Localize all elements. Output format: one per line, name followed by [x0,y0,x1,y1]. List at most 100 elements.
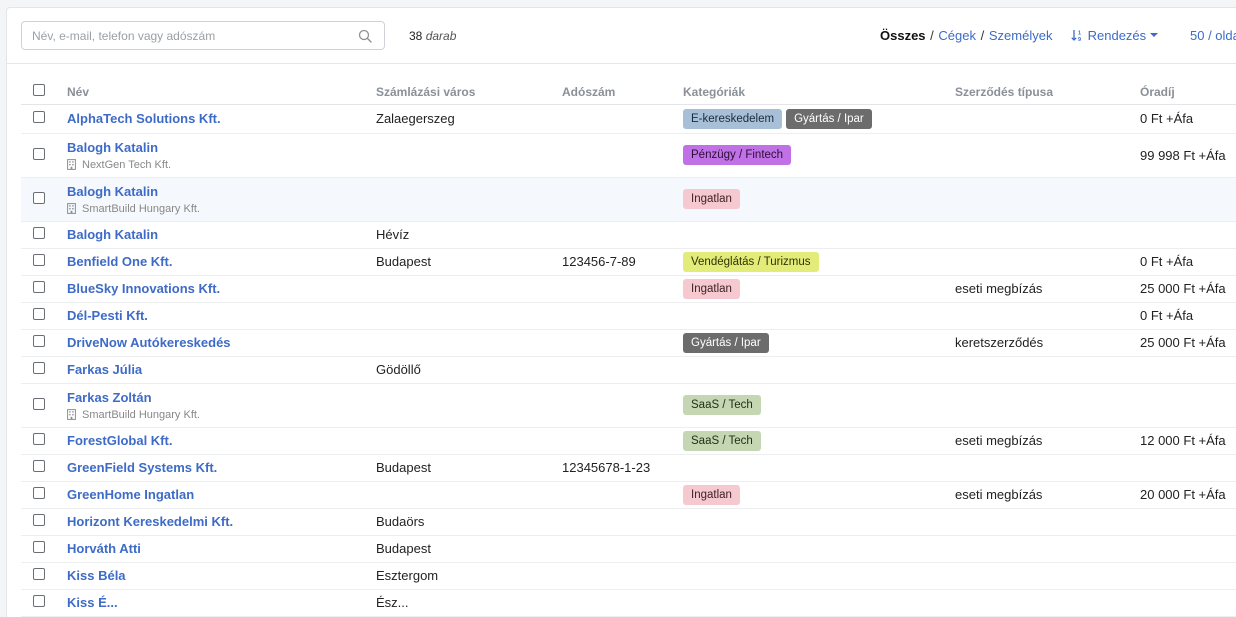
search-box[interactable] [21,21,385,50]
contact-name-link[interactable]: Benfield One Kft. [67,254,376,269]
search-icon[interactable] [358,29,372,43]
cell-name: Farkas Zoltán SmartBuild Hungary Kft. [67,383,376,428]
select-all-checkbox[interactable] [33,84,45,97]
cell-rate: 25 000 Ft +Áfa [1140,329,1236,357]
cell-rate [1140,535,1236,563]
filter-separator: / [930,28,934,43]
row-checkbox[interactable] [33,362,45,374]
row-checkbox[interactable] [33,433,45,445]
table-row[interactable]: Horváth Atti Budapest [21,535,1236,563]
category-tag[interactable]: Ingatlan [683,278,740,299]
category-tag[interactable]: Gyártás / Ipar [786,108,872,129]
contact-name-link[interactable]: Horváth Atti [67,541,376,556]
category-tag[interactable]: E-kereskedelem [683,108,783,129]
table-row[interactable]: Balogh Katalin Hévíz [21,221,1236,249]
table-row[interactable]: Kiss Béla Esztergom [21,562,1236,590]
contact-name-link[interactable]: Balogh Katalin [67,140,376,155]
search-input[interactable] [22,22,342,49]
table-row[interactable]: Balogh Katalin NextGen Tech Kft. Pénzügy /… [21,133,1236,178]
row-checkbox[interactable] [33,281,45,293]
category-tag[interactable]: Pénzügy / Fintech [683,145,792,165]
filter-companies[interactable]: Cégek [938,28,976,43]
table-row[interactable]: GreenField Systems Kft. Budapest 12345678-… [21,454,1236,482]
contact-name-link[interactable]: Kiss Béla [67,568,376,583]
contact-name-link[interactable]: Farkas Zoltán [67,390,376,405]
cell-contract [955,454,1140,482]
category-tag[interactable]: Ingatlan [683,484,740,505]
contact-name-link[interactable]: BlueSky Innovations Kft. [67,281,376,296]
cell-name: ForestGlobal Kft. [67,427,376,455]
cell-name: Horizont Kereskedelmi Kft. [67,508,376,536]
category-tag[interactable]: Gyártás / Ipar [683,332,769,353]
category-tag[interactable]: Ingatlan [683,189,740,209]
row-select-cell [21,535,67,563]
sort-dropdown[interactable]: 1 9 Rendezés [1071,28,1159,43]
row-checkbox[interactable] [33,595,45,607]
contact-name-link[interactable]: AlphaTech Solutions Kft. [67,111,376,126]
row-checkbox[interactable] [33,227,45,239]
column-header-name[interactable]: Név [67,77,376,105]
contact-name-link[interactable]: DriveNow Autókereskedés [67,335,376,350]
row-checkbox[interactable] [33,335,45,347]
cell-rate: 0 Ft +Áfa [1140,248,1236,276]
table-row[interactable]: Horizont Kereskedelmi Kft. Budaörs [21,508,1236,536]
category-tag[interactable]: SaaS / Tech [683,395,761,415]
row-checkbox[interactable] [33,541,45,553]
contact-name-link[interactable]: Horizont Kereskedelmi Kft. [67,514,376,529]
row-checkbox[interactable] [33,568,45,580]
row-checkbox[interactable] [33,147,45,160]
filter-persons[interactable]: Személyek [989,28,1053,43]
column-header-tax[interactable]: Adószám [562,77,683,105]
cell-tax [562,562,683,590]
filter-all[interactable]: Összes [880,28,926,43]
category-tag[interactable]: SaaS / Tech [683,430,761,451]
row-checkbox[interactable] [33,487,45,499]
contact-company-name: SmartBuild Hungary Kft. [82,408,200,421]
cell-categories [683,221,955,249]
category-tag[interactable]: Vendéglátás / Turizmus [683,251,819,272]
contact-company: SmartBuild Hungary Kft. [67,203,376,215]
table-row[interactable]: Kiss É... Ész... [21,589,1236,617]
row-select-cell [21,383,67,428]
cell-city [376,383,562,428]
cell-name: Balogh Katalin [67,221,376,249]
table-row[interactable]: DriveNow Autókereskedés Gyártás / Ipar ker… [21,329,1236,357]
table-row[interactable]: AlphaTech Solutions Kft. Zalaegerszeg E-ke… [21,104,1236,134]
column-header-contract[interactable]: Szerződés típusa [955,77,1140,105]
contact-company-name: SmartBuild Hungary Kft. [82,202,200,215]
table-row[interactable]: Benfield One Kft. Budapest 123456-7-89 Vend… [21,248,1236,276]
cell-tax [562,177,683,222]
contact-name-link[interactable]: ForestGlobal Kft. [67,433,376,448]
table-row[interactable]: Dél-Pesti Kft. 0 Ft +Áfa [21,302,1236,330]
row-checkbox[interactable] [33,254,45,266]
contact-name-link[interactable]: GreenHome Ingatlan [67,487,376,502]
type-filter: Összes / Cégek / Személyek [880,28,1052,43]
row-checkbox[interactable] [33,191,45,204]
row-checkbox[interactable] [33,308,45,320]
table-row[interactable]: Balogh Katalin SmartBuild Hungary Kft. Ing… [21,177,1236,222]
contact-name-link[interactable]: GreenField Systems Kft. [67,460,376,475]
cell-city: Ész... [376,589,562,617]
table-row[interactable]: Farkas Júlia Gödöllő [21,356,1236,384]
per-page-dropdown[interactable]: 50 / oldal [1190,28,1236,43]
table-row[interactable]: ForestGlobal Kft. SaaS / Tech eseti megbíz… [21,427,1236,455]
column-header-categories[interactable]: Kategóriák [683,77,955,105]
contact-name-link[interactable]: Balogh Katalin [67,184,376,199]
contact-name-link[interactable]: Farkas Júlia [67,362,376,377]
row-checkbox[interactable] [33,397,45,410]
column-header-rate[interactable]: Óradíj [1140,77,1236,105]
contact-name-link[interactable]: Kiss É... [67,595,376,610]
table-row[interactable]: Farkas Zoltán SmartBuild Hungary Kft. SaaS… [21,383,1236,428]
table-row[interactable]: GreenHome Ingatlan Ingatlan eseti megbízás… [21,481,1236,509]
contact-name-link[interactable]: Balogh Katalin [67,227,376,242]
cell-tax [562,133,683,178]
cell-categories: Ingatlan [683,177,955,222]
table-row[interactable]: BlueSky Innovations Kft. Ingatlan eseti me… [21,275,1236,303]
row-checkbox[interactable] [33,460,45,472]
row-checkbox[interactable] [33,111,45,123]
column-header-city[interactable]: Számlázási város [376,77,562,105]
cell-categories [683,302,955,330]
contact-name-link[interactable]: Dél-Pesti Kft. [67,308,376,323]
row-checkbox[interactable] [33,514,45,526]
cell-contract [955,508,1140,536]
